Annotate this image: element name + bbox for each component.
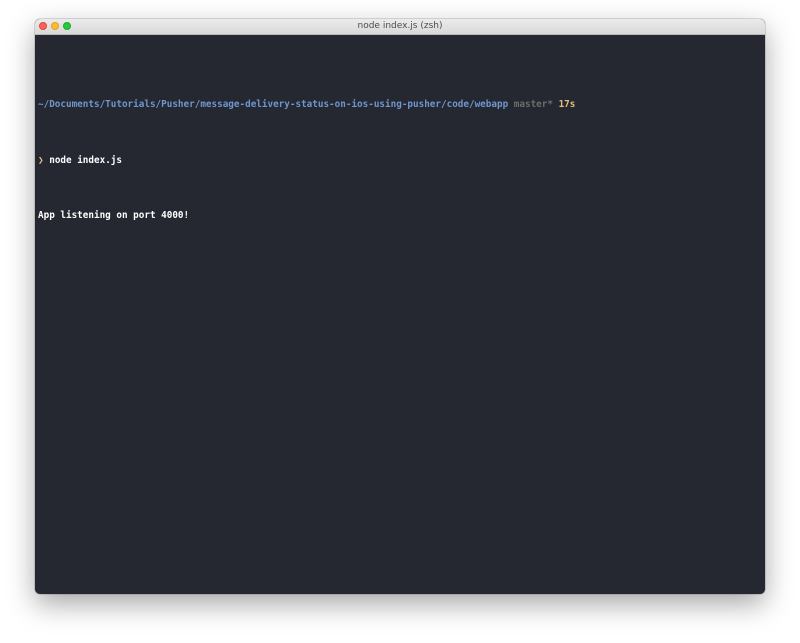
output-text: App listening on port 4000! bbox=[38, 210, 190, 221]
git-branch: master* bbox=[513, 99, 553, 110]
terminal-window: node index.js (zsh) ~/Documents/Tutorial… bbox=[35, 19, 765, 594]
terminal-output-area[interactable]: ~/Documents/Tutorials/Pusher/message-del… bbox=[35, 35, 765, 594]
prompt-symbol: ❯ bbox=[38, 154, 44, 166]
prompt-info-line: ~/Documents/Tutorials/Pusher/message-del… bbox=[38, 96, 765, 115]
current-directory: ~/Documents/Tutorials/Pusher/message-del… bbox=[38, 99, 509, 110]
command-duration: 17s bbox=[558, 99, 576, 110]
title-bar[interactable]: node index.js (zsh) bbox=[35, 19, 765, 35]
command-line: ❯ node index.js bbox=[38, 152, 765, 171]
command-text: node index.js bbox=[49, 154, 122, 166]
window-title: node index.js (zsh) bbox=[357, 21, 443, 31]
output-line: App listening on port 4000! bbox=[38, 207, 765, 226]
